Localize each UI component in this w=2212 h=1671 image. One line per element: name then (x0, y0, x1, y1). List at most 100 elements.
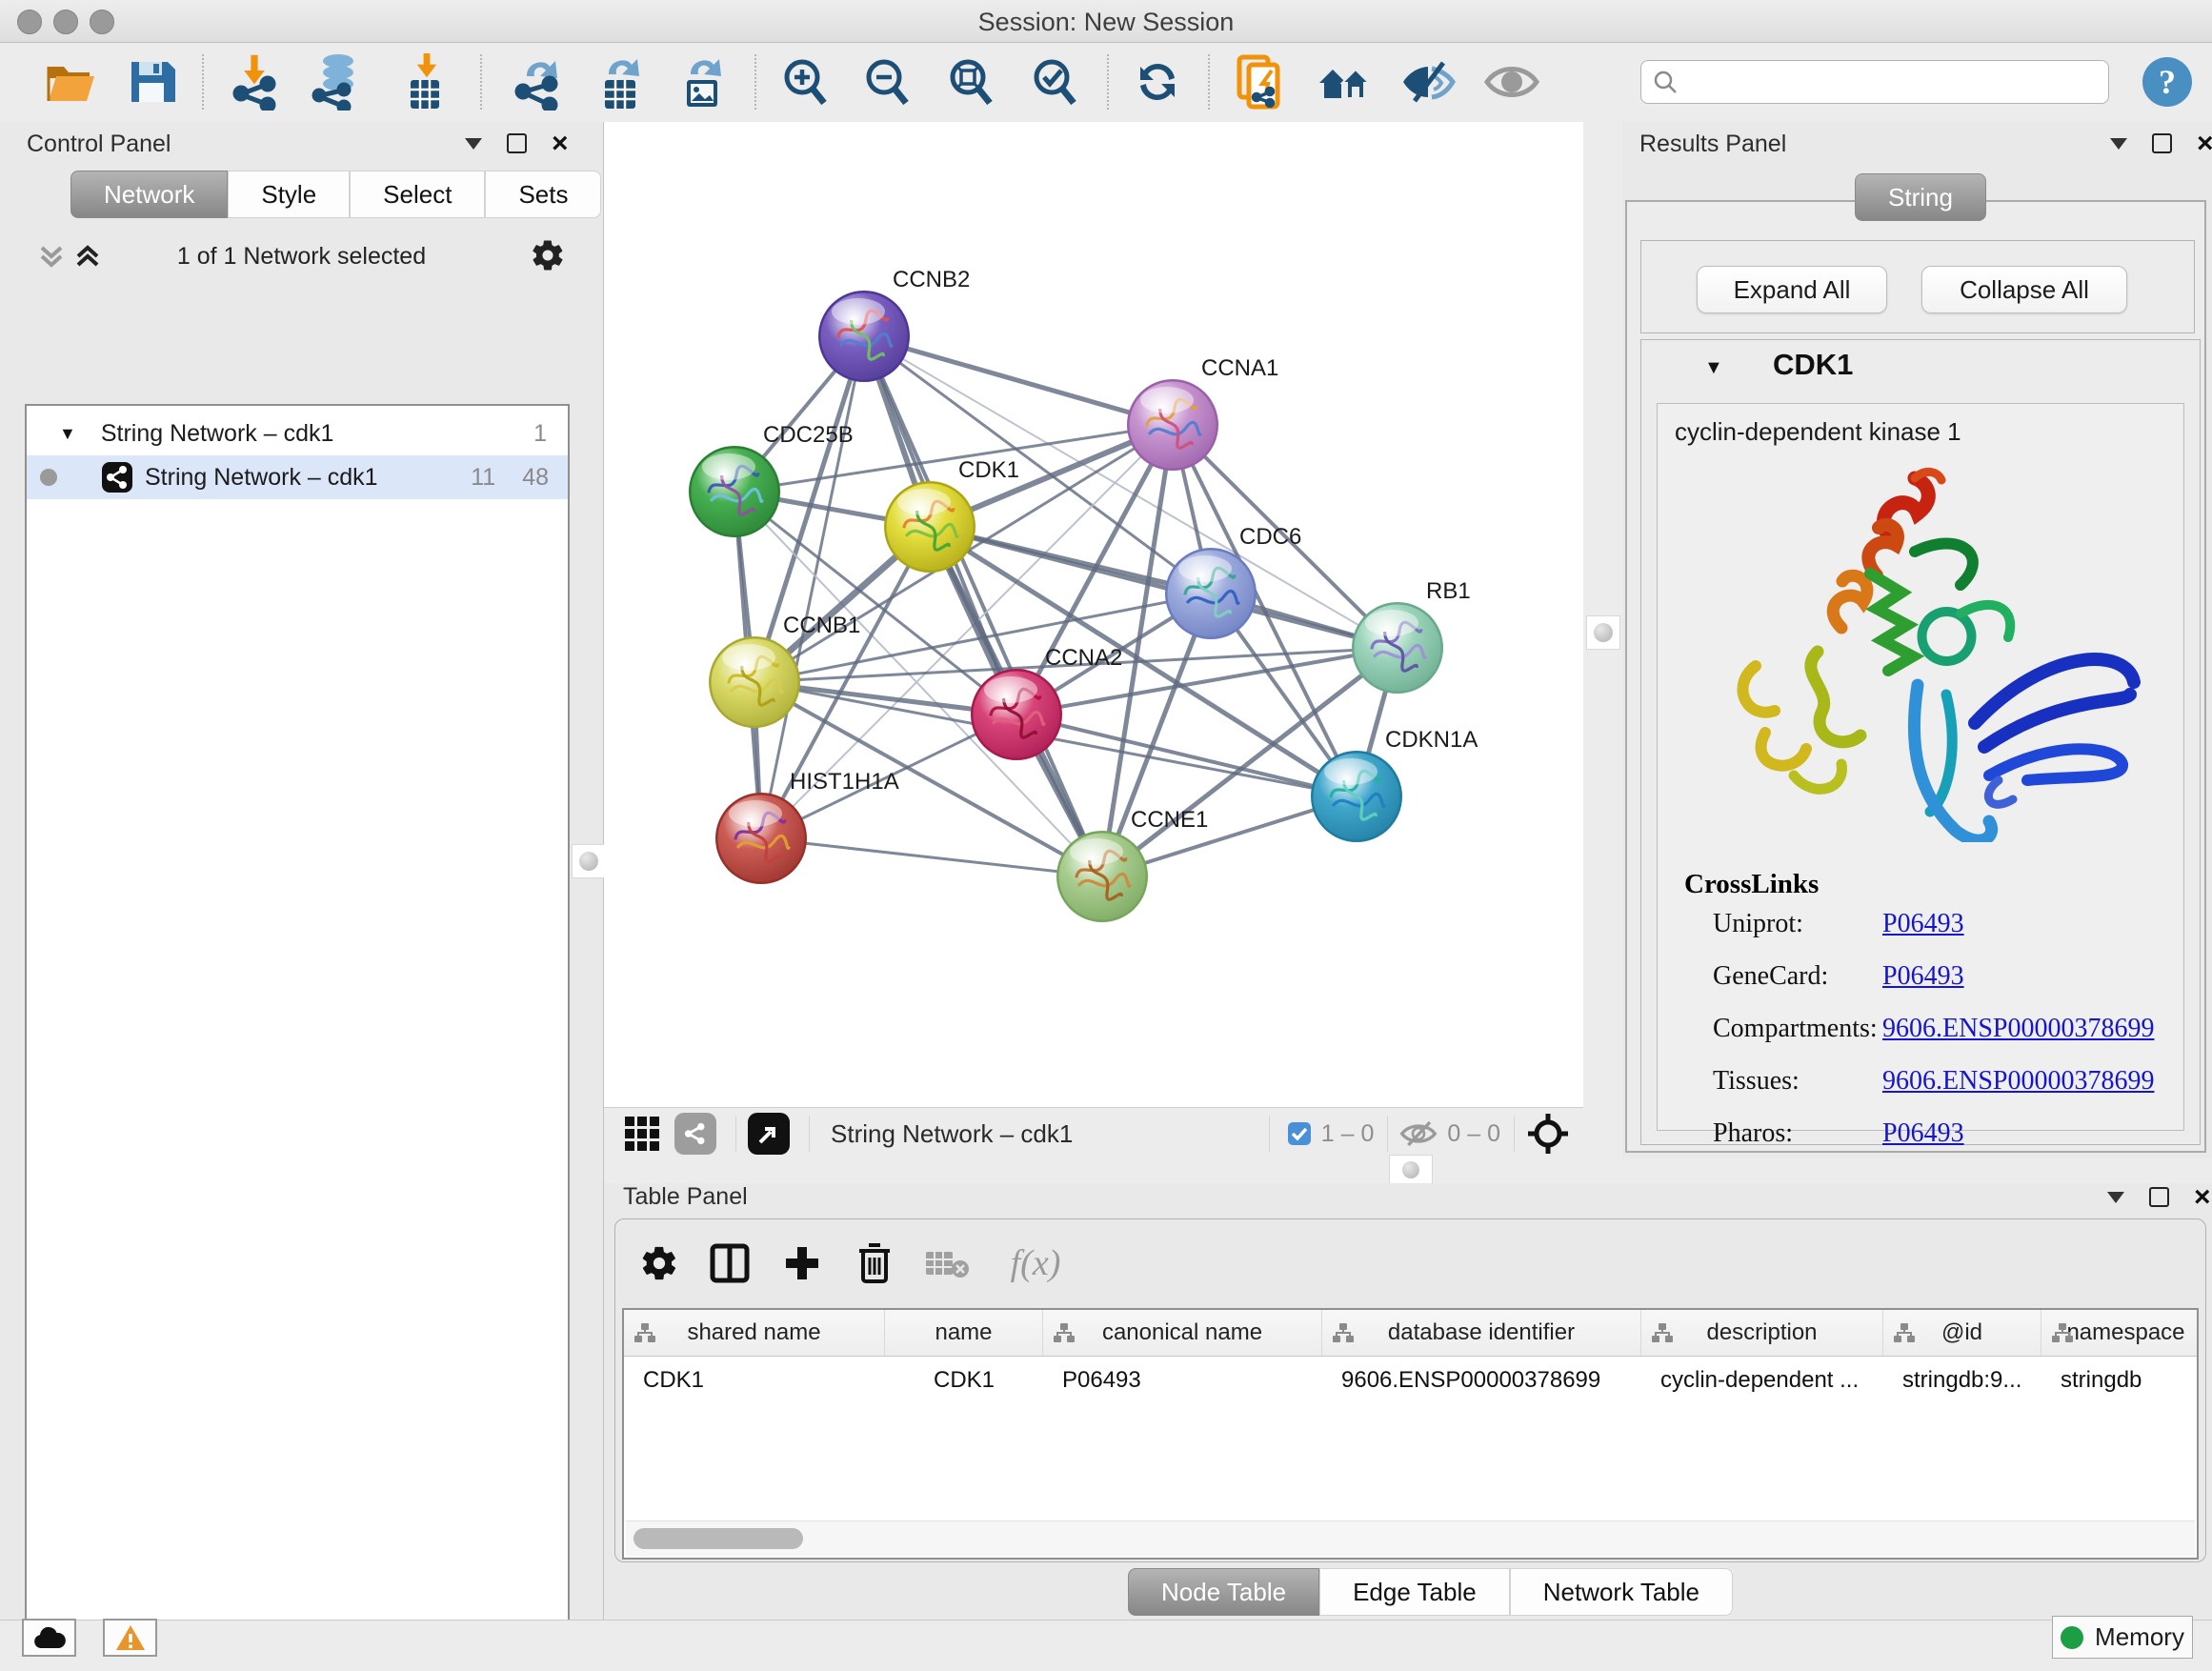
warning-button[interactable] (103, 1619, 157, 1657)
tab-string[interactable]: String (1855, 51, 1986, 99)
import-database-icon[interactable] (307, 52, 366, 111)
column-header-name[interactable]: name (885, 1310, 1043, 1356)
network-node-CDK1[interactable] (884, 481, 975, 573)
svg-text:?: ? (2159, 63, 2176, 101)
eye-icon[interactable] (1482, 52, 1541, 111)
tab-network[interactable]: Network (70, 171, 228, 218)
tab-edge-table[interactable]: Edge Table (1319, 1568, 1510, 1616)
open-session-icon[interactable] (42, 52, 101, 111)
cloud-button[interactable] (22, 1619, 76, 1657)
network-edge (930, 527, 1398, 648)
network-node-CCNA1[interactable] (1127, 379, 1218, 471)
horizontal-splitter-handle[interactable] (1389, 1155, 1433, 1185)
tab-network-table[interactable]: Network Table (1510, 1568, 1733, 1616)
zoom-out-icon[interactable] (857, 52, 916, 111)
network-node-CDC25B[interactable] (689, 446, 780, 537)
import-network-icon[interactable] (227, 52, 286, 111)
crosslink-label: GeneCard: (1713, 961, 1828, 992)
zoom-in-icon[interactable] (775, 52, 835, 111)
table-settings-gear-icon[interactable] (633, 1237, 686, 1290)
refresh-icon[interactable] (1128, 52, 1187, 111)
table-cell[interactable]: P06493 (1043, 1361, 1322, 1399)
table-cell[interactable]: CDK1 (885, 1361, 1043, 1399)
delete-column-icon[interactable] (848, 1237, 901, 1290)
network-row[interactable]: String Network – cdk1 11 48 (27, 455, 568, 499)
table-cell[interactable]: stringdb (2041, 1361, 2199, 1399)
memory-button[interactable]: Memory (2052, 1616, 2193, 1659)
network-node-CCNB1[interactable] (709, 636, 800, 728)
network-node-CDC6[interactable] (1165, 548, 1257, 639)
scrollbar-thumb[interactable] (633, 1528, 803, 1549)
save-session-icon[interactable] (122, 52, 181, 111)
panel-close-icon[interactable]: × (2197, 134, 2212, 153)
table-cell[interactable]: CDK1 (624, 1361, 885, 1399)
expand-all-button[interactable]: Expand All (1697, 266, 1887, 313)
panel-menu-icon[interactable] (2107, 1192, 2124, 1203)
export-table-icon[interactable] (591, 52, 650, 111)
add-column-icon[interactable] (775, 1237, 829, 1290)
table-cell[interactable]: cyclin-dependent ... (1641, 1361, 1883, 1399)
table-horizontal-scrollbar[interactable] (626, 1520, 2195, 1556)
crosslink-link[interactable]: P06493 (1882, 1118, 1964, 1149)
network-node-RB1[interactable] (1352, 602, 1443, 694)
export-network-icon[interactable] (509, 52, 568, 111)
column-header--id[interactable]: @id (1883, 1310, 2041, 1356)
panel-float-icon[interactable] (2152, 133, 2172, 153)
collection-expand-icon[interactable]: ▼ (59, 424, 76, 444)
column-header-namespace[interactable]: namespace (2041, 1310, 2199, 1356)
panel-float-icon[interactable] (507, 133, 527, 153)
select-columns-icon[interactable] (703, 1237, 756, 1290)
collapse-all-button[interactable]: Collapse All (1921, 266, 2127, 313)
birds-eye-view-icon[interactable] (623, 1115, 661, 1153)
tab-style[interactable]: Style (228, 171, 350, 218)
network-node-HIST1H1A[interactable] (715, 793, 807, 884)
zoom-selected-icon[interactable] (1025, 52, 1084, 111)
network-options-gear-icon[interactable] (530, 237, 566, 273)
network-node-CDKN1A[interactable] (1311, 751, 1402, 842)
string-style-icon[interactable] (674, 1113, 716, 1155)
external-window-icon[interactable] (748, 1113, 790, 1155)
column-header-shared-name[interactable]: shared name (624, 1310, 885, 1356)
column-header-database-identifier[interactable]: database identifier (1322, 1310, 1641, 1356)
column-header-canonical-name[interactable]: canonical name (1043, 1310, 1322, 1356)
fit-selected-crosshair-icon[interactable] (1526, 1112, 1570, 1156)
network-node-CCNA2[interactable] (971, 669, 1062, 760)
network-canvas[interactable]: CCNB2CCNA1CDC25BCDK1CDC6RB1CCNB1CCNA2CDK… (604, 122, 1583, 1107)
column-header-description[interactable]: description (1641, 1310, 1883, 1356)
crosslink-link[interactable]: P06493 (1882, 909, 1964, 939)
section-collapse-icon[interactable]: ▼ (1704, 357, 1723, 379)
node-label-CCNE1: CCNE1 (1131, 807, 1208, 833)
panel-close-icon[interactable]: × (2194, 1188, 2211, 1207)
node-label-CCNB2: CCNB2 (893, 267, 970, 292)
network-node-CCNB2[interactable] (818, 291, 910, 382)
crosslink-link[interactable]: P06493 (1882, 961, 1964, 992)
network-edge-count: 48 (522, 464, 549, 492)
help-icon[interactable]: ? (2138, 52, 2197, 111)
right-splitter-handle[interactable] (1586, 615, 1620, 650)
import-table-icon[interactable] (394, 52, 453, 111)
tab-node-table[interactable]: Node Table (1128, 1568, 1319, 1616)
toolbar-separator (202, 54, 204, 110)
open-in-browser-icon[interactable] (1231, 52, 1290, 111)
table-cell[interactable]: stringdb:9... (1883, 1361, 2041, 1399)
table-cell[interactable]: 9606.ENSP00000378699 (1322, 1361, 1641, 1399)
panel-float-icon[interactable] (2149, 1187, 2169, 1207)
tab-select[interactable]: Select (350, 171, 485, 218)
hidden-eye-icon[interactable] (1399, 1119, 1438, 1148)
crosslink-link[interactable]: 9606.ENSP00000378699 (1882, 1066, 2154, 1097)
home-icon[interactable] (1315, 52, 1374, 111)
panel-menu-icon[interactable] (2110, 138, 2127, 150)
crosslink-link[interactable]: 9606.ENSP00000378699 (1882, 1014, 2154, 1044)
tab-sets[interactable]: Sets (485, 171, 601, 218)
panel-close-icon[interactable]: × (552, 134, 569, 153)
node-label-CCNB1: CCNB1 (783, 613, 860, 638)
selected-checkbox-icon[interactable] (1287, 1121, 1312, 1146)
export-image-icon[interactable] (673, 52, 732, 111)
network-node-CCNE1[interactable] (1056, 831, 1148, 922)
zoom-fit-icon[interactable] (941, 52, 1000, 111)
network-collection-row[interactable]: ▼ String Network – cdk1 1 (27, 412, 568, 455)
node-table: shared namenamecanonical namedatabase id… (622, 1308, 2199, 1560)
show-hide-icon[interactable] (1398, 52, 1458, 111)
panel-menu-icon[interactable] (465, 138, 482, 150)
left-splitter-handle[interactable] (572, 844, 606, 878)
